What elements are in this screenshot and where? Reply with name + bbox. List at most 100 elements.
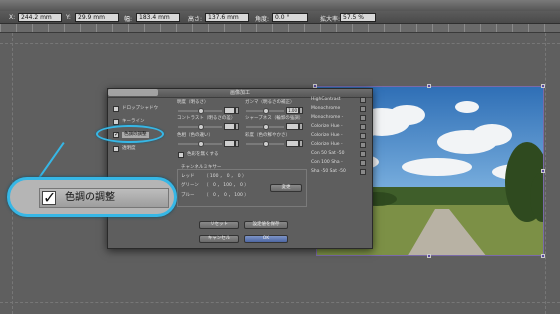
preset-delete-icon[interactable] — [360, 124, 366, 130]
width-label: 幅: — [124, 16, 133, 23]
cancel-button[interactable]: キャンセル — [199, 235, 239, 243]
keyline-checkbox[interactable] — [113, 119, 119, 125]
contrast-slider[interactable] — [178, 124, 222, 130]
height-field[interactable]: 137.6 mm — [205, 13, 249, 22]
gamma-knob[interactable] — [263, 108, 269, 114]
properties-toolbar: X: 244.2 mm Y: 29.9 mm 幅: 183.4 mm 高さ: 1… — [0, 0, 560, 24]
preset-label: Colorize Hue - — [311, 133, 343, 138]
height-label: 高さ: — [188, 16, 203, 23]
transparency-label: 透明度 — [122, 146, 136, 151]
resize-handle-br[interactable] — [541, 254, 545, 258]
reset-button[interactable]: リセット — [199, 221, 239, 229]
margin-guide-right — [545, 33, 546, 314]
save-preset-button[interactable]: 設定値を保存 — [244, 221, 288, 229]
preset-delete-icon[interactable] — [360, 160, 366, 166]
preset-label: Monochrome - — [311, 115, 344, 120]
resize-handle-tm[interactable] — [427, 84, 431, 88]
sharpness-spinner[interactable] — [299, 123, 303, 130]
preset-label: Con 50 Sat -50 — [311, 151, 345, 156]
preset-item[interactable]: Monochrome — [311, 106, 366, 113]
preset-delete-icon[interactable] — [360, 169, 366, 175]
scale-label: 拡大率: — [320, 16, 341, 23]
brightness-slider[interactable] — [178, 108, 222, 114]
gamma-slider[interactable] — [246, 108, 284, 114]
ok-button[interactable]: OK — [244, 235, 288, 243]
y-field[interactable]: 29.9 mm — [75, 13, 119, 22]
brightness-knob[interactable] — [198, 108, 204, 114]
channel-green-label: グリーン — [181, 183, 199, 188]
transparency-checkbox[interactable] — [113, 146, 119, 152]
channel-blue-values: （ 0 ， 0 ， 100 ） — [204, 193, 249, 198]
resize-handle-tr[interactable] — [541, 84, 545, 88]
sharpness-slider[interactable] — [246, 124, 284, 130]
preset-list: HighContrast Monochrome Monochrome - Col… — [311, 97, 366, 199]
hue-value[interactable] — [224, 140, 235, 147]
angle-label: 角度: — [255, 16, 270, 23]
hue-slider[interactable] — [178, 141, 222, 147]
grayscale-label: 色彩を無くする — [187, 152, 219, 157]
width-field[interactable]: 183.4 mm — [136, 13, 180, 22]
x-field[interactable]: 244.2 mm — [18, 13, 62, 22]
preset-label: Colorize Hue - — [311, 142, 343, 147]
brightness-spinner[interactable] — [235, 107, 239, 114]
highlight-ring — [96, 125, 164, 143]
contrast-value[interactable] — [224, 123, 235, 130]
image-processing-dialog: 画像加工 ドロップシャドウ キーライン 色調の調整 透明度 明度（明るさ） コン… — [107, 88, 373, 249]
preset-item[interactable]: Sha -50 Sat -50 — [311, 169, 366, 176]
channel-red-label: レッド — [181, 174, 195, 179]
resize-handle-mr[interactable] — [541, 169, 545, 173]
saturation-knob[interactable] — [263, 141, 269, 147]
drop-shadow-checkbox[interactable] — [113, 106, 119, 112]
brightness-label: 明度（明るさ） — [177, 100, 209, 105]
margin-guide-left — [12, 33, 13, 314]
channel-blue-label: ブルー — [181, 193, 195, 198]
margin-guide-bottom — [0, 302, 560, 303]
hue-knob[interactable] — [198, 141, 204, 147]
resize-handle-bm[interactable] — [427, 254, 431, 258]
checked-checkbox-icon — [42, 188, 56, 207]
preset-delete-icon[interactable] — [360, 106, 366, 112]
saturation-slider[interactable] — [246, 141, 284, 147]
preset-label: Monochrome — [311, 106, 341, 111]
saturation-value[interactable] — [286, 140, 299, 147]
sharpness-knob[interactable] — [263, 124, 269, 130]
hue-label: 色相（色の違い） — [177, 133, 213, 138]
preset-label: HighContrast — [311, 97, 341, 102]
channel-red-values: （ 100 ， 0 ， 0 ） — [204, 174, 247, 179]
x-label: X: — [9, 14, 16, 21]
preset-item[interactable]: Colorize Hue - — [311, 142, 366, 149]
preset-delete-icon[interactable] — [360, 142, 366, 148]
preset-delete-icon[interactable] — [360, 97, 366, 103]
contrast-spinner[interactable] — [235, 123, 239, 130]
saturation-spinner[interactable] — [299, 140, 303, 147]
preset-item[interactable]: Con 50 Sat -50 — [311, 151, 366, 158]
angle-field[interactable]: 0.0 ° — [272, 13, 308, 22]
gamma-value[interactable]: 1.00 — [286, 107, 299, 114]
y-label: Y: — [66, 14, 71, 21]
zoom-callout: 色調の調整 — [7, 177, 177, 217]
horizontal-ruler — [0, 24, 560, 33]
preset-item[interactable]: Colorize Hue - — [311, 133, 366, 140]
preset-item[interactable]: Colorize Hue - — [311, 124, 366, 131]
preset-delete-icon[interactable] — [360, 133, 366, 139]
drop-shadow-label: ドロップシャドウ — [122, 106, 158, 111]
channel-green-values: （ 0 ， 100 ， 0 ） — [204, 183, 249, 188]
preset-delete-icon[interactable] — [360, 115, 366, 121]
gamma-spinner[interactable] — [299, 107, 303, 114]
sharpness-value[interactable] — [286, 123, 299, 130]
preset-item[interactable]: Monochrome - — [311, 115, 366, 122]
preset-item[interactable]: HighContrast — [311, 97, 366, 104]
preset-delete-icon[interactable] — [360, 151, 366, 157]
grayscale-checkbox[interactable] — [178, 152, 184, 158]
preset-label: Sha -50 Sat -50 — [311, 169, 346, 174]
hue-spinner[interactable] — [235, 140, 239, 147]
preset-item[interactable]: Con 100 Sha - — [311, 160, 366, 167]
contrast-knob[interactable] — [198, 124, 204, 130]
contrast-label: コントラスト（明るさの差） — [177, 116, 236, 121]
scale-field[interactable]: 57.5 % — [340, 13, 376, 22]
brightness-value[interactable] — [224, 107, 235, 114]
preset-label: Con 100 Sha - — [311, 160, 343, 165]
channel-change-button[interactable]: 変更 — [270, 184, 302, 192]
margin-guide-top — [0, 43, 560, 44]
callout-label: 色調の調整 — [65, 192, 115, 203]
